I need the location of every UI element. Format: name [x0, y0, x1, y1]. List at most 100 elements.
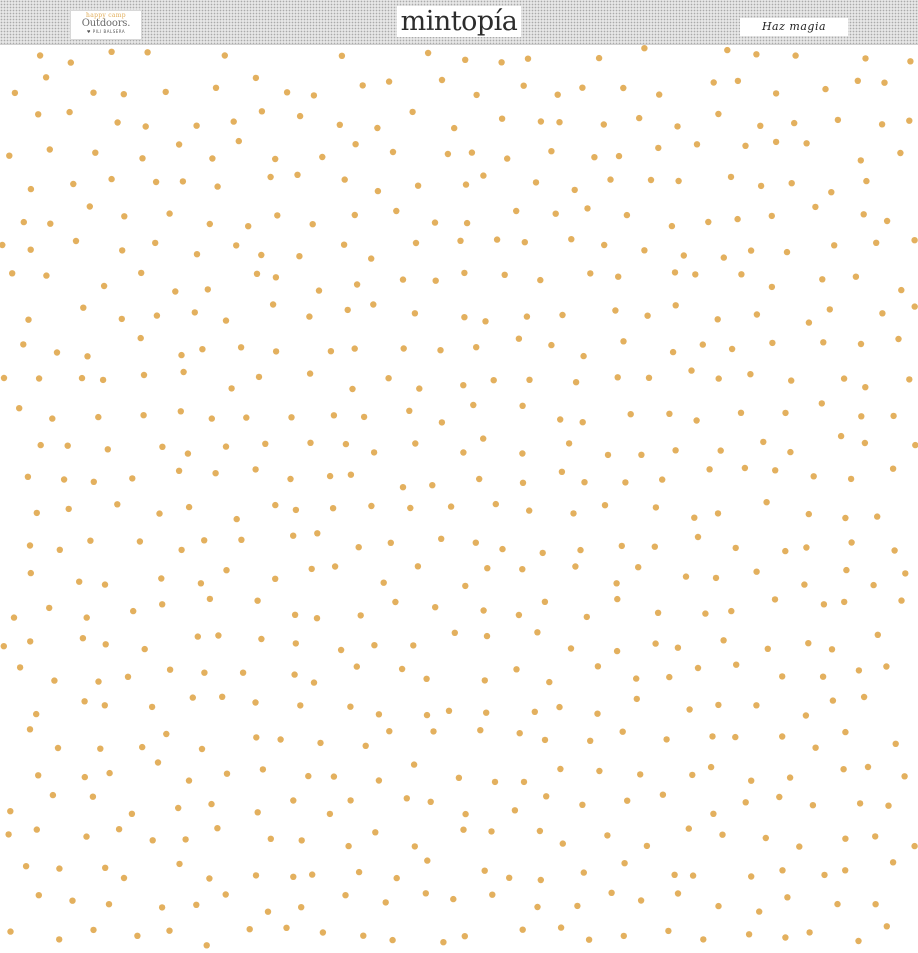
polka-dot — [179, 178, 187, 185]
polka-dot — [601, 241, 608, 249]
polka-dot — [389, 936, 396, 944]
polka-dot — [511, 807, 519, 814]
polka-dot — [118, 315, 126, 323]
polka-dot — [222, 317, 230, 324]
polka-dot — [748, 777, 755, 784]
polka-dot — [462, 582, 469, 590]
polka-dot — [387, 539, 394, 546]
polka-dot — [820, 339, 827, 346]
polka-dot — [688, 367, 695, 374]
polka-dot — [95, 678, 102, 685]
polka-dot — [669, 348, 677, 356]
polka-dot — [120, 91, 128, 98]
polka-dot — [309, 871, 316, 878]
polka-dot — [665, 927, 672, 935]
polka-dot — [621, 860, 628, 867]
polka-dot — [352, 141, 359, 148]
polka-dot — [330, 412, 338, 419]
polka-dot — [672, 447, 679, 454]
polka-dot — [574, 902, 581, 910]
polka-dot — [158, 575, 165, 582]
polka-dot — [587, 737, 594, 744]
polka-dot — [784, 894, 791, 901]
polka-dot — [409, 108, 416, 116]
polka-dot — [258, 635, 265, 643]
polka-dot — [546, 678, 553, 686]
polka-dot — [840, 375, 848, 382]
polka-dot — [277, 736, 284, 743]
polka-dot — [310, 92, 318, 99]
polka-dot — [480, 607, 487, 614]
polka-dot — [753, 51, 760, 58]
polka-dot — [33, 710, 40, 718]
polka-dot — [863, 177, 870, 185]
polka-dot — [134, 932, 141, 939]
polka-dot — [393, 874, 400, 882]
polka-dot — [267, 835, 274, 842]
polka-dot — [176, 860, 183, 868]
polka-dot — [309, 221, 316, 228]
polka-dot — [911, 237, 918, 244]
polka-dot — [515, 611, 523, 619]
polka-dot — [375, 711, 383, 718]
polka-dot — [613, 647, 621, 655]
polka-dot — [65, 505, 72, 513]
polka-dot — [106, 769, 113, 777]
polka-dot — [102, 864, 109, 871]
polka-dot — [292, 506, 300, 514]
polka-dot — [810, 473, 817, 480]
polka-dot — [223, 770, 231, 777]
polka-dot — [674, 123, 681, 130]
polka-dot — [760, 438, 767, 446]
polka-dot — [140, 371, 148, 379]
polka-dot — [732, 544, 739, 552]
polka-dot — [492, 500, 499, 508]
polka-dot — [137, 334, 144, 342]
polka-dot — [427, 798, 434, 805]
polka-dot — [262, 440, 269, 447]
polka-dot — [208, 415, 215, 422]
polka-dot — [594, 663, 602, 670]
polka-dot — [432, 277, 439, 284]
polka-dot — [27, 569, 34, 577]
polka-dot — [779, 867, 786, 874]
polka-dot — [710, 79, 717, 86]
polka-dot — [56, 936, 63, 943]
polka-dot — [580, 869, 587, 876]
polka-dot — [805, 319, 813, 326]
polka-dot — [121, 213, 128, 220]
polka-dot — [463, 219, 471, 227]
polka-dot — [166, 666, 174, 673]
polka-dot — [619, 728, 626, 735]
polka-dot — [480, 172, 487, 179]
polka-dot — [733, 661, 740, 668]
polka-dot — [757, 122, 764, 129]
polka-dot — [258, 108, 266, 115]
polka-dot — [81, 698, 88, 705]
polka-dot — [763, 499, 770, 506]
polka-dot — [290, 873, 297, 880]
polka-dot — [694, 664, 702, 672]
polka-dot — [829, 697, 837, 704]
polka-dot — [641, 45, 648, 52]
polka-dot — [656, 91, 663, 98]
polka-dot — [476, 475, 483, 483]
polka-dot — [432, 604, 439, 611]
polka-dot — [447, 503, 455, 510]
polka-dot — [450, 895, 457, 903]
polka-dot — [177, 408, 184, 415]
polka-dot — [90, 89, 97, 96]
polka-dot — [178, 351, 185, 359]
polka-dot — [33, 509, 40, 517]
polka-dot — [585, 936, 593, 943]
polka-dot — [305, 772, 312, 780]
polka-dot — [95, 413, 102, 421]
polka-dot — [148, 703, 156, 711]
polka-dot — [114, 501, 121, 508]
polka-dot — [532, 179, 540, 186]
polka-dot — [33, 826, 40, 833]
polka-dot — [600, 121, 607, 128]
polka-dot — [717, 447, 724, 454]
polka-dot — [559, 311, 566, 319]
polka-dot — [652, 640, 659, 647]
